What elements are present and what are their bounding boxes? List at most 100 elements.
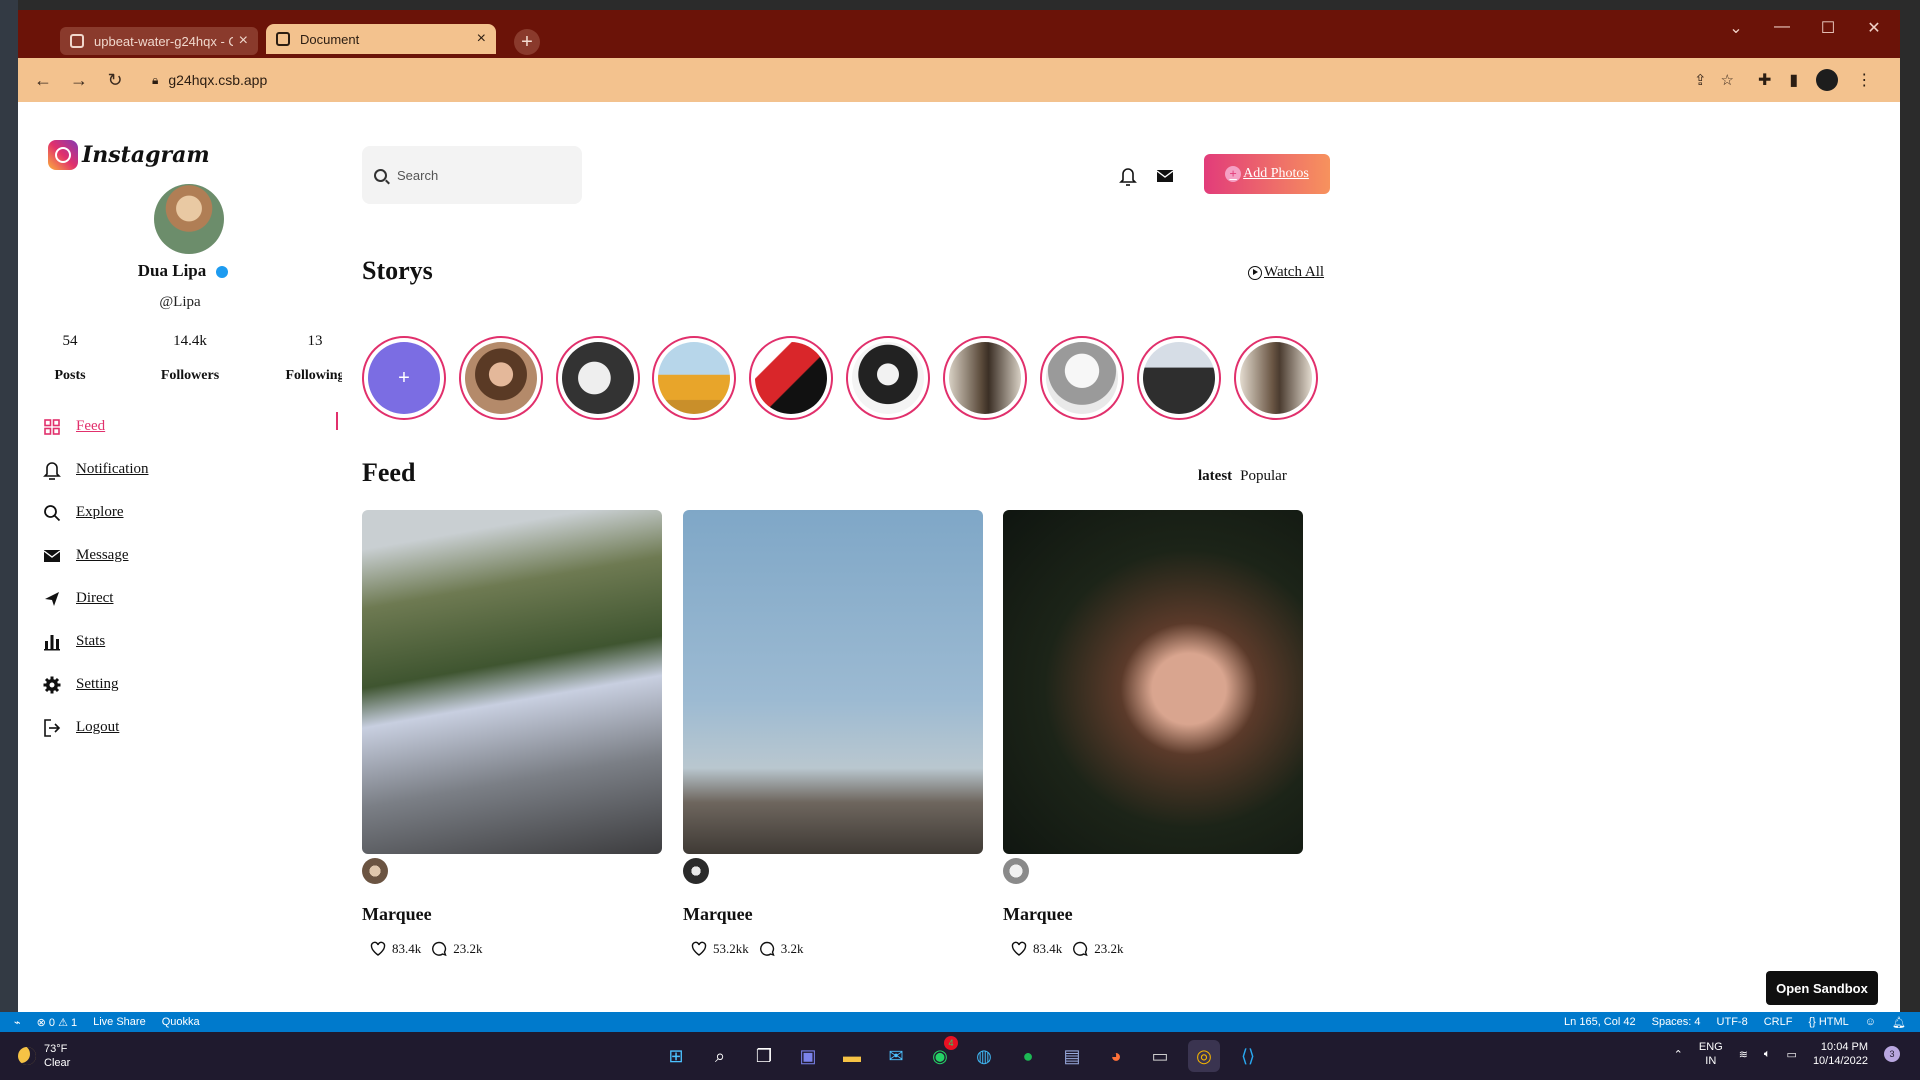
- story-item[interactable]: [943, 336, 1027, 420]
- comment-icon[interactable]: [431, 941, 447, 957]
- close-window-icon[interactable]: ✕: [1866, 18, 1882, 38]
- heart-icon[interactable]: [370, 941, 386, 957]
- story-avatar: [562, 342, 634, 414]
- post-image[interactable]: [362, 510, 662, 854]
- close-tab-icon[interactable]: ×: [239, 32, 248, 50]
- comment-icon[interactable]: [759, 941, 775, 957]
- remote-icon[interactable]: ⌁: [14, 1016, 21, 1029]
- post-image[interactable]: [683, 510, 983, 854]
- notifications-bell-icon[interactable]: 🔔︎: [1892, 1016, 1906, 1029]
- quokka-button[interactable]: Quokka: [162, 1016, 200, 1029]
- more-menu-icon[interactable]: ⋮: [1856, 70, 1872, 90]
- sidebar-item-message[interactable]: Message: [42, 534, 362, 577]
- problems-indicator[interactable]: ⊗ 0 ⚠ 1: [37, 1016, 77, 1029]
- sidebar-item-feed[interactable]: Feed: [42, 405, 362, 448]
- firefox-icon[interactable]: ◕: [1100, 1040, 1132, 1072]
- extensions-puzzle-icon[interactable]: ✚: [1758, 70, 1771, 90]
- sidebar-item-logout[interactable]: Logout: [42, 706, 362, 749]
- heart-icon[interactable]: [1011, 941, 1027, 957]
- sidebar-item-stats[interactable]: Stats: [42, 620, 362, 663]
- edge-icon[interactable]: ◍: [968, 1040, 1000, 1072]
- watch-all-link[interactable]: Watch All: [1248, 264, 1324, 281]
- weather-widget[interactable]: 73°F Clear: [18, 1042, 70, 1070]
- wifi-icon[interactable]: ≋: [1739, 1048, 1748, 1061]
- battery-icon[interactable]: ▭: [1787, 1048, 1797, 1061]
- close-tab-icon[interactable]: ×: [477, 30, 486, 48]
- minimize-icon[interactable]: —: [1774, 18, 1790, 38]
- post-card[interactable]: Marquee 53.2kk 3.2k: [683, 510, 983, 957]
- story-item[interactable]: [556, 336, 640, 420]
- comment-icon[interactable]: [1072, 941, 1088, 957]
- feedback-icon[interactable]: ☺: [1865, 1016, 1876, 1029]
- story-item[interactable]: [1234, 336, 1318, 420]
- profile-avatar[interactable]: [1816, 69, 1839, 91]
- tray-overflow-chevron-icon[interactable]: ⌃: [1674, 1048, 1683, 1061]
- teams-chat-icon[interactable]: ▣: [792, 1040, 824, 1072]
- search-input[interactable]: [397, 167, 567, 183]
- tab-popular[interactable]: Popular: [1240, 468, 1287, 485]
- chrome-icon[interactable]: ◎: [1188, 1040, 1220, 1072]
- instagram-logo[interactable]: Instagram: [48, 140, 210, 170]
- post-card[interactable]: Marquee 83.4k 23.2k: [1003, 510, 1303, 957]
- side-panel-icon[interactable]: ▮: [1789, 70, 1798, 90]
- story-item[interactable]: [1137, 336, 1221, 420]
- line-ending[interactable]: CRLF: [1764, 1016, 1793, 1029]
- notification-count-badge[interactable]: 3: [1884, 1046, 1900, 1062]
- share-icon[interactable]: ⇪: [1694, 71, 1707, 89]
- cursor-position[interactable]: Ln 165, Col 42: [1564, 1016, 1636, 1029]
- stat-followers[interactable]: 14.4k Followers: [140, 333, 240, 384]
- post-image[interactable]: [1003, 510, 1303, 854]
- post-author-avatar[interactable]: [1003, 858, 1029, 884]
- heart-icon[interactable]: [691, 941, 707, 957]
- story-item[interactable]: [1040, 336, 1124, 420]
- vscode-icon[interactable]: ⟨⟩: [1232, 1040, 1264, 1072]
- volume-icon[interactable]: 🔈︎: [1764, 1048, 1771, 1061]
- profile-avatar[interactable]: [154, 184, 224, 254]
- mail-icon[interactable]: ✉: [880, 1040, 912, 1072]
- stat-posts[interactable]: 54 Posts: [40, 333, 100, 384]
- search-icon[interactable]: ⌕: [704, 1040, 736, 1072]
- forward-icon[interactable]: →: [68, 70, 90, 91]
- address-bar[interactable]: 🔒︎ g24hqx.csb.app ⇪ ☆: [140, 64, 1740, 96]
- maximize-icon[interactable]: ☐: [1820, 18, 1836, 38]
- encoding[interactable]: UTF-8: [1717, 1016, 1748, 1029]
- open-sandbox-button[interactable]: Open Sandbox: [1766, 971, 1878, 1005]
- bookmark-star-icon[interactable]: ☆: [1721, 71, 1734, 89]
- tab-document[interactable]: Document ×: [266, 24, 496, 54]
- post-author-avatar[interactable]: [683, 858, 709, 884]
- language-indicator[interactable]: ENG IN: [1699, 1040, 1723, 1068]
- story-item[interactable]: [459, 336, 543, 420]
- sidebar-item-explore[interactable]: Explore: [42, 491, 362, 534]
- back-icon[interactable]: ←: [32, 70, 54, 91]
- search-box[interactable]: [362, 146, 582, 204]
- sidebar-item-notification[interactable]: Notification: [42, 448, 362, 491]
- messages-envelope-icon[interactable]: [1156, 168, 1174, 184]
- file-explorer-icon[interactable]: ▬: [836, 1040, 868, 1072]
- dev-tool-icon[interactable]: ▤: [1056, 1040, 1088, 1072]
- story-item[interactable]: [846, 336, 930, 420]
- lock-icon[interactable]: 🔒︎: [152, 73, 158, 88]
- post-card[interactable]: Marquee 83.4k 23.2k: [362, 510, 662, 957]
- sidebar-item-direct[interactable]: Direct: [42, 577, 362, 620]
- clock[interactable]: 10:04 PM 10/14/2022: [1813, 1040, 1868, 1068]
- start-windows-icon[interactable]: ⊞: [660, 1040, 692, 1072]
- add-photos-button[interactable]: + Add Photos: [1204, 154, 1330, 194]
- new-tab-button[interactable]: +: [514, 29, 540, 55]
- reload-icon[interactable]: ↻: [104, 70, 126, 91]
- tab-search-icon[interactable]: ⌄: [1728, 18, 1744, 38]
- spotify-icon[interactable]: ●: [1012, 1040, 1044, 1072]
- tab-codesandbox[interactable]: upbeat-water-g24hqx - CodeSan ×: [60, 27, 258, 55]
- live-share-button[interactable]: Live Share: [93, 1016, 146, 1029]
- terminal-icon[interactable]: ▭: [1144, 1040, 1176, 1072]
- indentation[interactable]: Spaces: 4: [1652, 1016, 1701, 1029]
- sidebar-item-setting[interactable]: Setting: [42, 663, 362, 706]
- task-view-icon[interactable]: ❐: [748, 1040, 780, 1072]
- language-mode[interactable]: {} HTML: [1808, 1016, 1848, 1029]
- story-add[interactable]: +: [362, 336, 446, 420]
- notification-bell-icon[interactable]: [1119, 166, 1137, 186]
- story-item[interactable]: [652, 336, 736, 420]
- whatsapp-icon[interactable]: ◉ 4: [924, 1036, 958, 1072]
- post-author-avatar[interactable]: [362, 858, 388, 884]
- tab-latest[interactable]: latest: [1198, 468, 1232, 485]
- story-item[interactable]: [749, 336, 833, 420]
